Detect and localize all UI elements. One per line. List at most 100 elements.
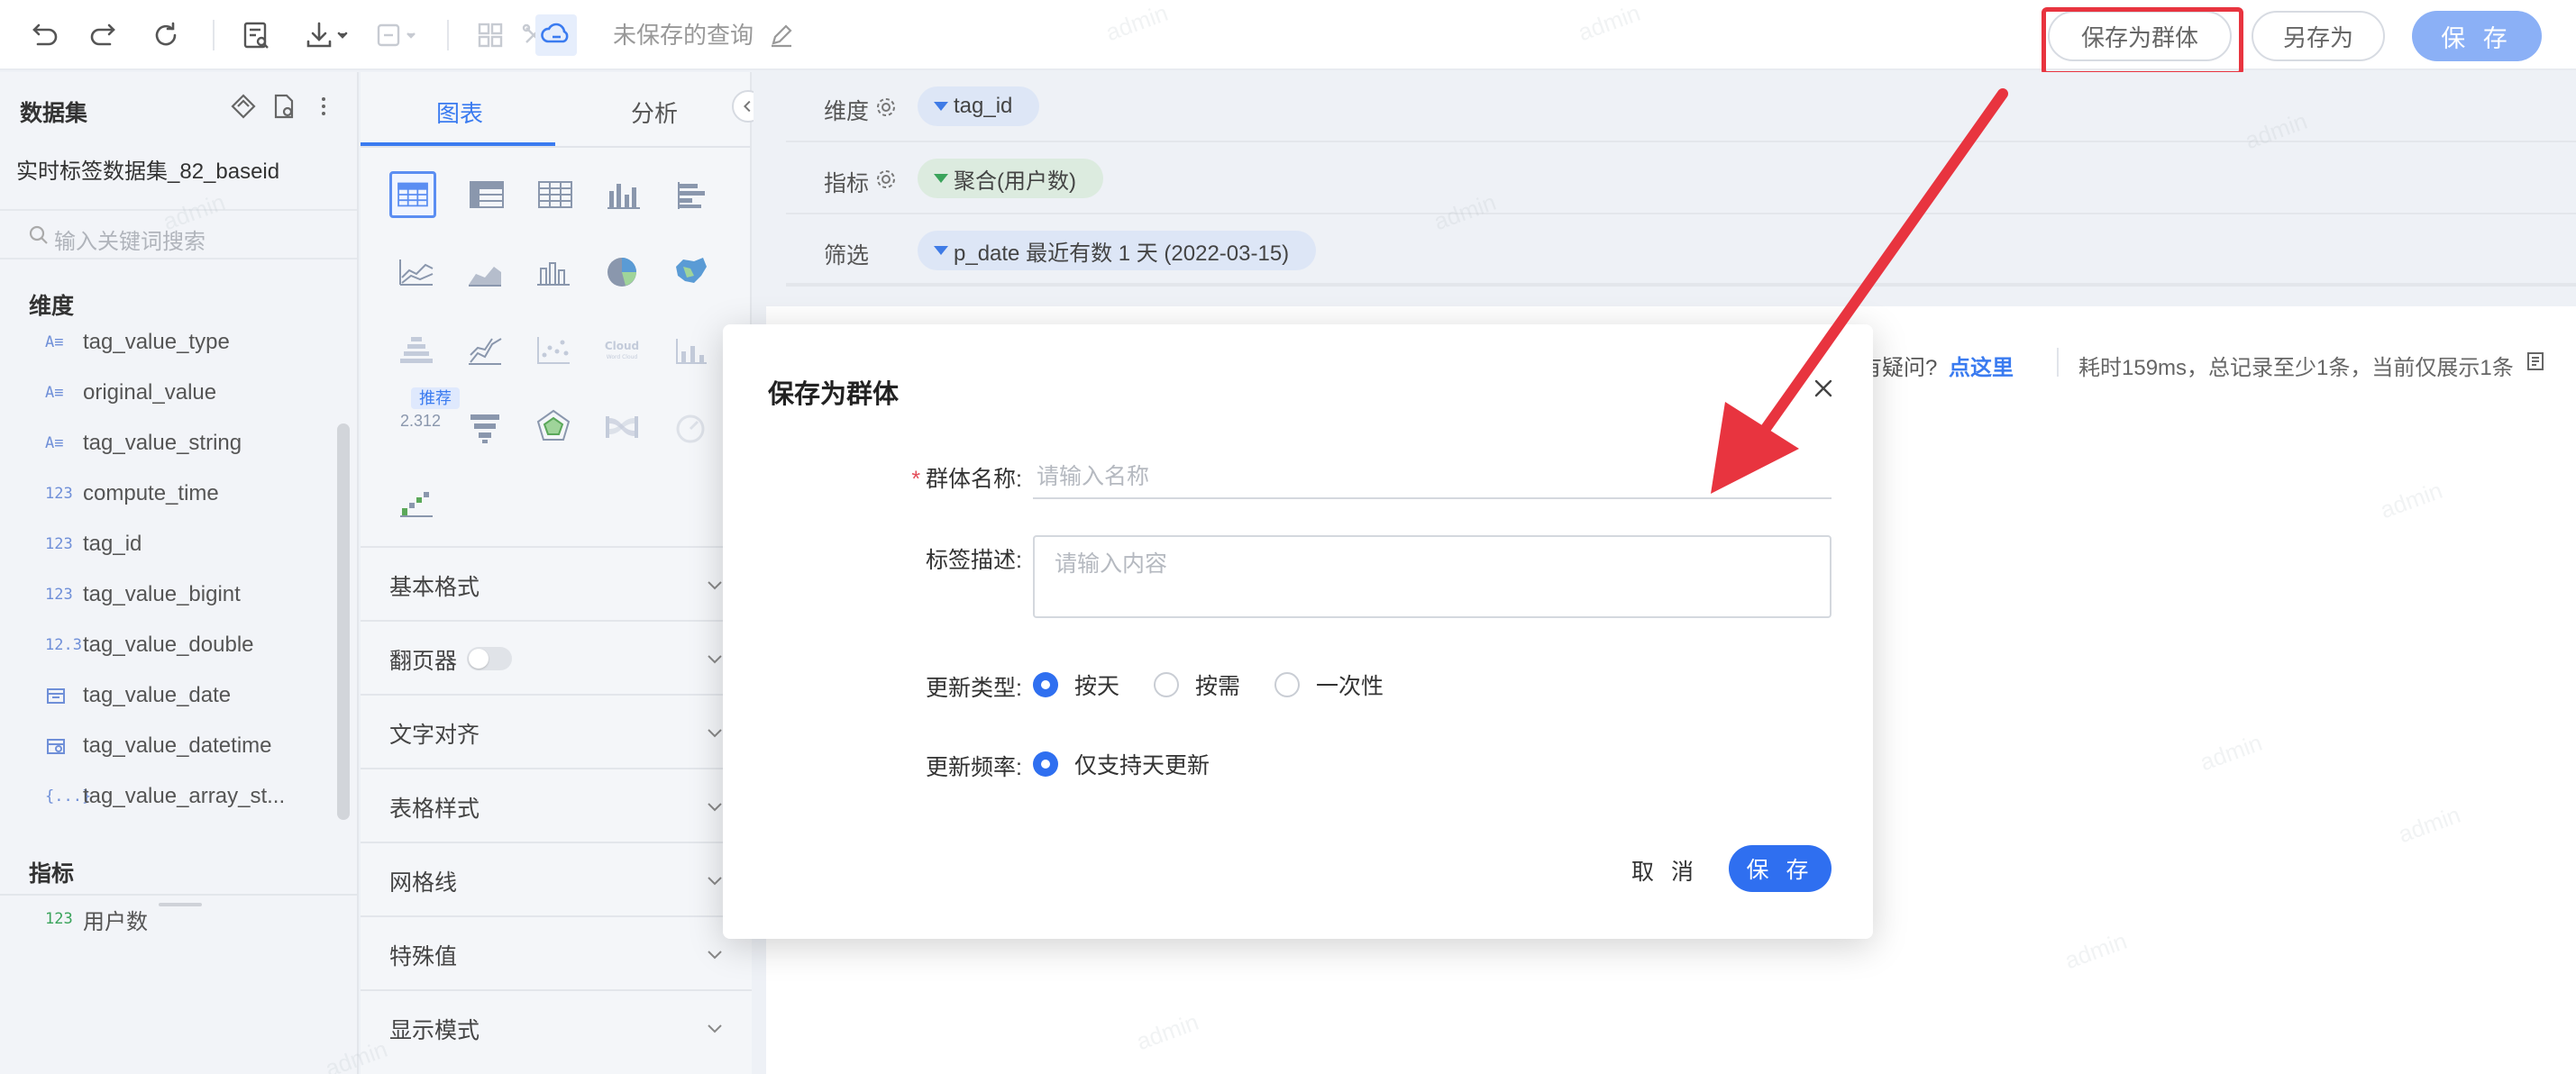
- radio-button[interactable]: [1033, 751, 1058, 777]
- waterfall-chart-icon[interactable]: [461, 326, 508, 373]
- dimension-field[interactable]: A≡ tag_value_type: [45, 324, 230, 360]
- section-label: 文字对齐: [389, 723, 480, 748]
- filter-pill[interactable]: p_date 最近有数 1 天 (2022-03-15): [918, 231, 1317, 270]
- dialog-save-button[interactable]: 保 存: [1729, 845, 1832, 892]
- save-as-group-dialog: 保存为群体 *群体名称: 标签描述: 更新类型: 按天 按需 一次性 更新频率:…: [723, 324, 1873, 939]
- tab-analysis[interactable]: 分析: [631, 96, 678, 129]
- tag-description-textarea[interactable]: [1033, 535, 1832, 618]
- group-name-input[interactable]: [1033, 456, 1832, 499]
- metric-pill[interactable]: 聚合(用户数): [918, 159, 1103, 198]
- word-cloud-icon[interactable]: Cloud Word Cloud: [598, 326, 645, 373]
- area-chart-icon[interactable]: [461, 249, 508, 296]
- table-chart-icon[interactable]: [389, 171, 436, 218]
- download-icon[interactable]: [301, 17, 355, 53]
- group-name-label-text: 群体名称:: [926, 467, 1022, 492]
- svg-text:Word Cloud: Word Cloud: [607, 354, 638, 360]
- radio-daily[interactable]: 按天: [1033, 669, 1119, 701]
- dimension-field[interactable]: 123 tag_id: [45, 526, 142, 562]
- dimension-field[interactable]: 123 compute_time: [45, 476, 219, 512]
- tag-description-label: 标签描述:: [926, 548, 1022, 573]
- refresh-icon[interactable]: [148, 17, 184, 53]
- column-chart-icon[interactable]: [667, 326, 714, 373]
- dimension-field[interactable]: 12.3 tag_value_double: [45, 627, 254, 663]
- filter-row: 筛选 p_date 最近有数 1 天 (2022-03-15): [786, 216, 2576, 287]
- dimension-field[interactable]: A≡ original_value: [45, 375, 216, 411]
- redo-icon[interactable]: [87, 17, 123, 53]
- funnel-chart-icon[interactable]: [461, 404, 508, 451]
- radio-on-demand[interactable]: 按需: [1154, 669, 1240, 701]
- dimension-field[interactable]: tag_value_datetime: [45, 728, 271, 764]
- metric-field[interactable]: 123 用户数: [45, 901, 148, 937]
- radio-label: 按需: [1195, 674, 1241, 699]
- section-table-style[interactable]: 表格样式: [361, 768, 752, 842]
- query-title: 未保存的查询: [613, 22, 754, 49]
- dimension-field[interactable]: {...} tag_value_array_st...: [45, 778, 285, 815]
- map-chart-icon[interactable]: [667, 249, 714, 296]
- field-name: tag_value_datetime: [83, 733, 272, 758]
- query-doc-icon[interactable]: [238, 17, 274, 53]
- pager-toggle[interactable]: [467, 647, 512, 670]
- cancel-button[interactable]: 取 消: [1631, 854, 1699, 887]
- resize-handle[interactable]: [159, 903, 202, 906]
- filter-pill-label: p_date 最近有数 1 天 (2022-03-15): [954, 241, 1290, 266]
- save-as-button[interactable]: 另存为: [2252, 11, 2385, 61]
- funnel-bar-icon[interactable]: [393, 326, 440, 373]
- required-asterisk: *: [911, 467, 921, 492]
- close-icon[interactable]: [1810, 375, 1837, 402]
- section-gridlines[interactable]: 网格线: [361, 842, 752, 915]
- dimension-list-scrollbar[interactable]: [337, 423, 350, 820]
- pie-chart-icon[interactable]: [598, 249, 645, 296]
- dimension-field[interactable]: tag_value_date: [45, 678, 231, 714]
- section-text-align[interactable]: 文字对齐: [361, 694, 752, 768]
- field-name: tag_id: [83, 532, 142, 556]
- datetime-type-icon: [45, 735, 76, 757]
- add-file-icon[interactable]: [269, 92, 297, 121]
- bar-chart-icon[interactable]: [600, 171, 647, 218]
- section-label: 显示模式: [389, 1018, 480, 1043]
- search-placeholder: 输入关键词搜索: [54, 230, 206, 254]
- stepped-chart-icon[interactable]: [393, 479, 440, 526]
- document-icon[interactable]: [2524, 350, 2547, 373]
- radar-chart-icon[interactable]: [530, 404, 577, 451]
- dataset-name[interactable]: 实时标签数据集_82_baseid: [16, 153, 279, 185]
- section-basic-format[interactable]: 基本格式: [361, 546, 752, 620]
- export-icon[interactable]: [371, 17, 425, 53]
- radio-button[interactable]: [1274, 672, 1301, 697]
- radio-button[interactable]: [1154, 672, 1180, 697]
- horizontal-bar-icon[interactable]: [669, 171, 716, 218]
- dimension-field[interactable]: A≡ tag_value_string: [45, 425, 242, 461]
- detail-table-icon[interactable]: [532, 171, 579, 218]
- help-link[interactable]: 点这里: [1949, 350, 2014, 381]
- section-pager[interactable]: 翻页器: [361, 620, 752, 694]
- dimension-field[interactable]: 123 tag_value_bigint: [45, 577, 241, 613]
- gear-icon[interactable]: [874, 168, 898, 191]
- text-type-icon: A≡: [45, 384, 64, 402]
- section-special-values[interactable]: 特殊值: [361, 915, 752, 989]
- undo-icon[interactable]: [25, 17, 61, 53]
- sankey-chart-icon[interactable]: [598, 404, 645, 451]
- section-display-mode[interactable]: 显示模式: [361, 989, 752, 1074]
- radio-daily-only[interactable]: 仅支持天更新: [1033, 748, 1210, 780]
- save-button[interactable]: 保 存: [2412, 11, 2542, 61]
- edit-icon[interactable]: [768, 22, 795, 49]
- more-icon[interactable]: [317, 92, 330, 121]
- scatter-chart-icon[interactable]: [530, 326, 577, 373]
- radio-one-time[interactable]: 一次性: [1274, 669, 1384, 701]
- gauge-chart-icon[interactable]: [667, 404, 714, 451]
- line-chart-icon[interactable]: [393, 249, 440, 296]
- field-name: tag_value_date: [83, 683, 232, 707]
- dimension-pill[interactable]: tag_id: [918, 86, 1040, 126]
- field-search-input[interactable]: 输入关键词搜索: [0, 209, 357, 259]
- diamond-icon[interactable]: [229, 92, 258, 121]
- svg-text:Cloud: Cloud: [605, 340, 639, 352]
- gear-icon[interactable]: [874, 96, 898, 119]
- kpi-card-value[interactable]: 2.312: [400, 412, 441, 431]
- pivot-table-icon[interactable]: [463, 171, 510, 218]
- field-name: tag_value_double: [83, 633, 254, 657]
- filter-row-label: 筛选: [824, 243, 870, 268]
- cloud-icon[interactable]: [535, 14, 577, 56]
- radio-button[interactable]: [1033, 672, 1058, 697]
- fullscreen-icon[interactable]: [472, 17, 508, 53]
- combo-chart-icon[interactable]: [530, 249, 577, 296]
- tab-chart[interactable]: 图表: [436, 96, 483, 129]
